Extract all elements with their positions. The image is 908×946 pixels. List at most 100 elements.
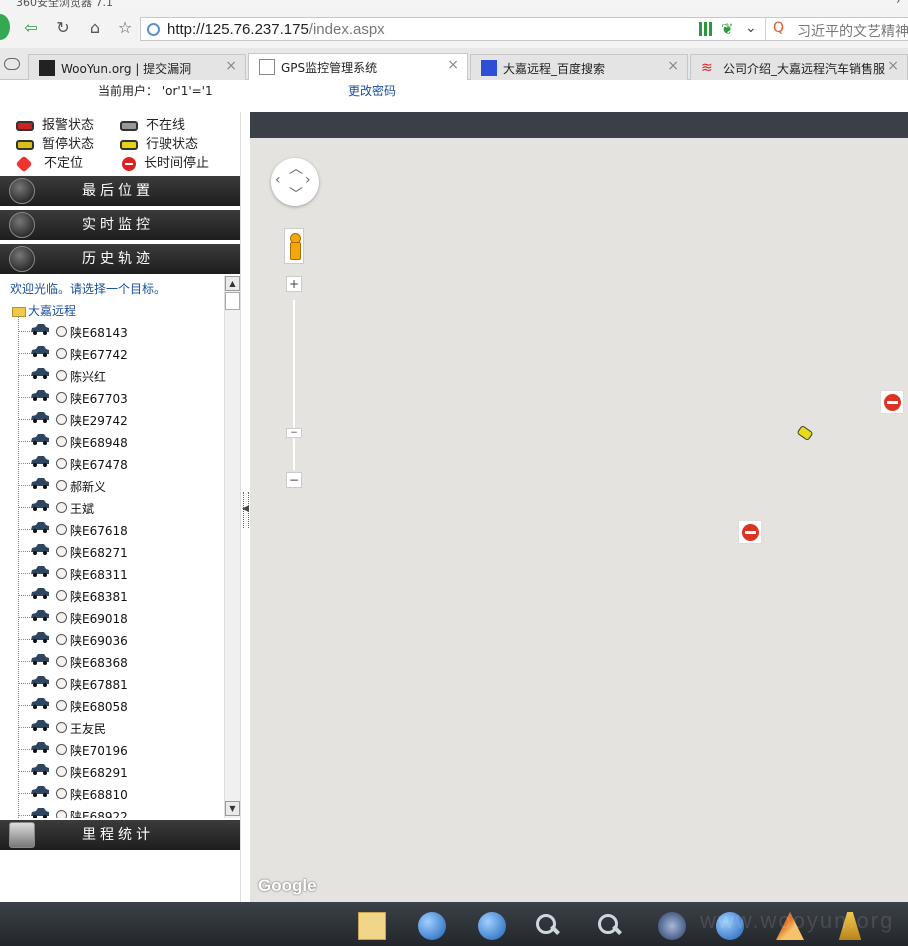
vehicle-item[interactable]: 陕E68922 [18, 804, 218, 818]
vehicle-radio[interactable] [56, 700, 67, 711]
accordion-last-position[interactable]: 最后位置 [0, 176, 240, 206]
panel-splitter[interactable]: ◀ [240, 112, 250, 902]
tab-gps[interactable]: GPS监控管理系统 × [248, 53, 468, 81]
vehicle-radio[interactable] [56, 656, 67, 667]
collapse-arrow-icon[interactable]: ◀ [242, 504, 249, 514]
vehicle-item[interactable]: 陕E70196 [18, 738, 218, 760]
vehicle-radio[interactable] [56, 480, 67, 491]
qr-code-icon[interactable] [699, 22, 713, 36]
vehicle-radio[interactable] [56, 414, 67, 425]
vehicle-radio[interactable] [56, 788, 67, 799]
url-text[interactable]: http://125.76.237.175/index.aspx [167, 21, 385, 38]
pan-down-icon[interactable]: ﹀ [289, 184, 303, 204]
stop-marker[interactable] [738, 520, 762, 544]
zoom-out-button[interactable]: − [286, 472, 302, 488]
pan-up-icon[interactable]: ︿ [289, 158, 303, 178]
accordion-history-track[interactable]: 历史轨迹 [0, 244, 240, 274]
compass-icon[interactable] [658, 912, 686, 940]
vehicle-radio[interactable] [56, 458, 67, 469]
vehicle-marker[interactable] [796, 424, 814, 442]
street-view-pegman-icon[interactable] [284, 228, 304, 264]
vehicle-item[interactable]: 陕E68058 [18, 694, 218, 716]
vehicle-radio[interactable] [56, 722, 67, 733]
tree-root[interactable]: 大嘉远程 [12, 302, 76, 319]
vehicle-item[interactable]: 陕E67703 [18, 386, 218, 408]
vehicle-item[interactable]: 陕E69036 [18, 628, 218, 650]
bookmark-star-icon[interactable]: ☆ [114, 17, 136, 39]
close-tab-icon[interactable]: × [667, 58, 679, 74]
vehicle-radio[interactable] [56, 436, 67, 447]
zoom-slider-track[interactable] [293, 300, 295, 470]
tab-wooyun[interactable]: WooYun.org | 提交漏洞 × [28, 54, 246, 80]
scroll-down-icon[interactable]: ▼ [225, 801, 240, 816]
vehicle-item[interactable]: 陕E29742 [18, 408, 218, 430]
vehicle-item[interactable]: 郝新义 [18, 474, 218, 496]
stop-marker[interactable] [880, 390, 904, 414]
vehicle-item[interactable]: 陕E68143 [18, 320, 218, 342]
search-engine-icon[interactable]: Q [773, 20, 784, 36]
pan-left-icon[interactable]: ‹ [275, 172, 281, 188]
cloud-icon[interactable] [4, 58, 20, 70]
vehicle-radio[interactable] [56, 634, 67, 645]
globe-icon[interactable] [418, 912, 446, 940]
vehicle-radio[interactable] [56, 568, 67, 579]
vehicle-radio[interactable] [56, 590, 67, 601]
url-dropdown-icon[interactable]: ⌄ [745, 20, 757, 36]
address-bar[interactable]: http://125.76.237.175/index.aspx ❦ ⌄ Q 习… [140, 17, 908, 41]
accordion-mileage-stats[interactable]: 里程统计 [0, 820, 240, 850]
google-logo[interactable]: Google [258, 876, 317, 896]
vehicle-item[interactable]: 陈兴红 [18, 364, 218, 386]
vehicle-radio[interactable] [56, 678, 67, 689]
zoom-in-icon[interactable] [534, 912, 562, 940]
home-icon[interactable]: ⌂ [84, 17, 106, 39]
vehicle-radio[interactable] [56, 502, 67, 513]
vehicle-radio[interactable] [56, 370, 67, 381]
close-tab-icon[interactable]: × [447, 57, 459, 73]
vehicle-item[interactable]: 陕E68271 [18, 540, 218, 562]
search-input[interactable]: 习近平的文艺精神 [797, 21, 908, 41]
globe-icon[interactable] [478, 912, 506, 940]
vehicle-item[interactable]: 陕E67478 [18, 452, 218, 474]
vehicle-item[interactable]: 陕E67742 [18, 342, 218, 364]
zoom-slider-knob[interactable]: − [286, 428, 302, 438]
back-icon[interactable]: ⇦ [20, 17, 42, 39]
tab-baidu[interactable]: 大嘉远程_百度搜索 × [470, 54, 688, 80]
vehicle-item[interactable]: 陕E68810 [18, 782, 218, 804]
vehicle-item[interactable]: 陕E68948 [18, 430, 218, 452]
vehicle-radio[interactable] [56, 546, 67, 557]
vehicle-item[interactable]: 陕E67881 [18, 672, 218, 694]
vehicle-radio[interactable] [56, 392, 67, 403]
vehicle-item[interactable]: 陕E67618 [18, 518, 218, 540]
map-icon[interactable] [358, 912, 386, 940]
tab-company[interactable]: ≋ 公司介绍_大嘉远程汽车销售服 × [690, 54, 908, 80]
window-menu-icon[interactable]: › [896, 0, 900, 7]
accordion-realtime-monitor[interactable]: 实时监控 [0, 210, 240, 240]
zoom-in-button[interactable]: + [286, 276, 302, 292]
change-password-link[interactable]: 更改密码 [348, 82, 396, 99]
close-tab-icon[interactable]: × [225, 58, 237, 74]
scroll-thumb[interactable] [225, 292, 240, 310]
close-tab-icon[interactable]: × [887, 58, 899, 74]
vehicle-item[interactable]: 王友民 [18, 716, 218, 738]
vehicle-radio[interactable] [56, 524, 67, 535]
tree-scrollbar[interactable]: ▲ ▼ [224, 276, 240, 818]
scroll-up-icon[interactable]: ▲ [225, 276, 240, 291]
vehicle-radio[interactable] [56, 766, 67, 777]
leaf-icon[interactable]: ❦ [721, 20, 734, 38]
vehicle-radio[interactable] [56, 810, 67, 818]
vehicle-item[interactable]: 陕E68291 [18, 760, 218, 782]
browser-logo-icon[interactable] [0, 14, 10, 40]
map-canvas[interactable]: ︿ ﹀ ‹ › + − − Google [250, 138, 908, 902]
vehicle-item[interactable]: 陕E68381 [18, 584, 218, 606]
vehicle-item[interactable]: 王斌 [18, 496, 218, 518]
refresh-icon[interactable]: ↻ [52, 17, 74, 39]
vehicle-radio[interactable] [56, 348, 67, 359]
pan-right-icon[interactable]: › [305, 172, 311, 188]
vehicle-radio[interactable] [56, 744, 67, 755]
vehicle-radio[interactable] [56, 326, 67, 337]
vehicle-item[interactable]: 陕E68368 [18, 650, 218, 672]
vehicle-item[interactable]: 陕E69018 [18, 606, 218, 628]
pan-control[interactable]: ︿ ﹀ ‹ › [271, 158, 319, 206]
vehicle-item[interactable]: 陕E68311 [18, 562, 218, 584]
zoom-out-icon[interactable] [596, 912, 624, 940]
